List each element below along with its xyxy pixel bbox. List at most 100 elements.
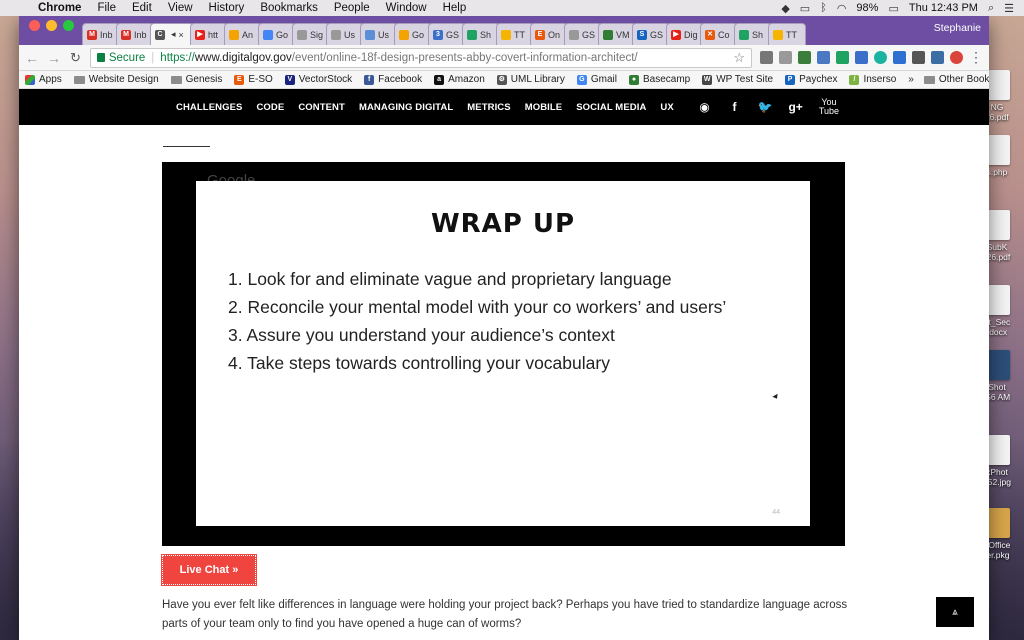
site-nav-link[interactable]: CONTENT [291, 102, 352, 113]
extension-icon[interactable] [893, 51, 906, 64]
youtube-icon[interactable]: You Tube [819, 98, 839, 116]
other-bookmarks-label: Other Bookmarks [938, 74, 989, 85]
browser-tab[interactable]: TT [496, 23, 534, 45]
menubar-clock[interactable]: Thu 12:43 PM [909, 2, 978, 14]
browser-tab[interactable]: Sh [734, 23, 772, 45]
battery-icon[interactable]: ▭ [888, 2, 898, 15]
google-plus-icon[interactable]: g+ [788, 100, 802, 114]
audio-playing-icon[interactable]: ◂ [171, 29, 176, 40]
browser-tab[interactable]: TT [768, 23, 806, 45]
chat-extension-icon[interactable] [912, 51, 925, 64]
tab-label: Inb [134, 29, 147, 40]
bookmark-label: UML Library [510, 74, 565, 85]
menu-bookmarks[interactable]: Bookmarks [252, 2, 326, 14]
address-bar[interactable]: Secure | https://www.digitalgov.gov/even… [89, 47, 752, 68]
tab-label: VM [616, 29, 630, 40]
browser-tab[interactable]: E On [530, 23, 568, 45]
bookmark-item[interactable]: a Amazon [434, 74, 485, 85]
bookmark-item[interactable]: Apps [25, 74, 62, 85]
bookmark-item[interactable]: ⚙ UML Library [496, 74, 565, 85]
extension-icon[interactable] [855, 51, 868, 64]
extension-icon[interactable] [950, 51, 963, 64]
menu-window[interactable]: Window [378, 2, 435, 14]
bookmark-star-icon[interactable]: ☆ [733, 50, 745, 66]
bookmark-item[interactable]: / Inserso [849, 74, 896, 85]
bluetooth-icon[interactable]: ᛒ [820, 2, 827, 14]
profile-name[interactable]: Stephanie [934, 22, 981, 34]
secure-indicator[interactable]: Secure [96, 52, 145, 64]
browser-tab[interactable]: Sig [292, 23, 330, 45]
menu-help[interactable]: Help [435, 2, 475, 14]
bookmark-item[interactable]: f Facebook [364, 74, 422, 85]
more-bookmarks-button[interactable]: » [908, 74, 914, 85]
menu-edit[interactable]: Edit [124, 2, 160, 14]
extension-icon[interactable] [760, 51, 773, 64]
browser-tab[interactable]: VM [598, 23, 636, 45]
site-nav-link[interactable]: METRICS [460, 102, 517, 113]
close-tab-icon[interactable]: × [179, 30, 184, 40]
extension-icon[interactable] [779, 51, 792, 64]
bookmark-item[interactable]: Website Design [73, 74, 159, 85]
browser-tab[interactable]: Go [258, 23, 296, 45]
other-bookmarks-folder[interactable]: Other Bookmarks [923, 74, 989, 85]
browser-tab[interactable]: GS [564, 23, 602, 45]
browser-tab[interactable]: C ◂ × [150, 23, 194, 45]
browser-tab[interactable]: S GS [632, 23, 670, 45]
browser-tab[interactable]: Us [326, 23, 364, 45]
forward-arrow-icon[interactable]: → [47, 50, 61, 66]
extension-icon[interactable] [836, 51, 849, 64]
menu-app-name[interactable]: Chrome [30, 2, 89, 14]
browser-tab[interactable]: ▶ Dig [666, 23, 704, 45]
twitter-icon[interactable]: 🐦 [758, 100, 773, 114]
menu-people[interactable]: People [326, 2, 378, 14]
notification-center-icon[interactable]: ☰ [1004, 2, 1014, 15]
video-player[interactable]: Google Wrap up 1. Look for and eliminate… [162, 162, 845, 546]
bookmark-item[interactable]: W WP Test Site [702, 74, 773, 85]
cast-extension-icon[interactable] [931, 51, 944, 64]
site-nav-link[interactable]: MANAGING DIGITAL [352, 102, 460, 113]
browser-tab[interactable]: An [224, 23, 262, 45]
bookmark-item[interactable]: P Paychex [785, 74, 837, 85]
browser-tab[interactable]: Go [394, 23, 432, 45]
counter-extension-icon[interactable] [817, 51, 830, 64]
browser-tab[interactable]: ▶ htt [190, 23, 228, 45]
browser-tab[interactable]: ✕ Co [700, 23, 738, 45]
pen-extension-icon[interactable] [798, 51, 811, 64]
rss-icon[interactable]: ◉ [698, 100, 712, 114]
live-chat-button[interactable]: Live Chat » [161, 554, 257, 586]
maximize-window-button[interactable] [63, 20, 74, 31]
back-to-top-button[interactable]: ⩓ [936, 597, 974, 627]
slide-list: 1. Look for and eliminate vague and prop… [228, 265, 726, 377]
dropbox-icon[interactable]: ◆ [781, 2, 789, 15]
browser-tab[interactable]: 3 GS [428, 23, 466, 45]
site-nav-link[interactable]: UX [653, 102, 680, 113]
bookmark-item[interactable]: ● Basecamp [628, 74, 691, 85]
wifi-icon[interactable]: ◠ [837, 2, 847, 15]
browser-tab[interactable]: M Inb [82, 23, 120, 45]
menu-history[interactable]: History [201, 2, 253, 14]
minimize-window-button[interactable] [46, 20, 57, 31]
close-window-button[interactable] [29, 20, 40, 31]
bookmark-item[interactable]: G Gmail [576, 74, 617, 85]
site-nav-link[interactable]: SOCIAL MEDIA [569, 102, 653, 113]
menu-view[interactable]: View [160, 2, 201, 14]
site-nav-link[interactable]: CHALLENGES [169, 102, 249, 113]
bookmark-item[interactable]: V VectorStock [284, 74, 352, 85]
chrome-menu-icon[interactable]: ⋮ [969, 49, 983, 66]
facebook-icon[interactable]: f [728, 100, 742, 114]
airplay-icon[interactable]: ▭ [800, 2, 810, 15]
spotlight-search-icon[interactable]: ⌕ [988, 2, 994, 15]
bookmark-item[interactable]: E E-SO [234, 74, 273, 85]
bookmark-item[interactable]: Genesis [170, 74, 222, 85]
browser-tab[interactable]: Us [360, 23, 398, 45]
site-nav-link[interactable]: MOBILE [518, 102, 570, 113]
back-arrow-icon[interactable]: ← [25, 50, 39, 66]
reload-icon[interactable]: ↻ [69, 50, 82, 66]
site-nav-link[interactable]: CODE [249, 102, 291, 113]
battery-percent[interactable]: 98% [856, 2, 878, 14]
browser-tab[interactable]: M Inb [116, 23, 154, 45]
menu-file[interactable]: File [89, 2, 124, 14]
browser-tab[interactable]: Sh [462, 23, 500, 45]
extension-icon[interactable] [874, 51, 887, 64]
bookmark-label: Basecamp [642, 74, 691, 85]
